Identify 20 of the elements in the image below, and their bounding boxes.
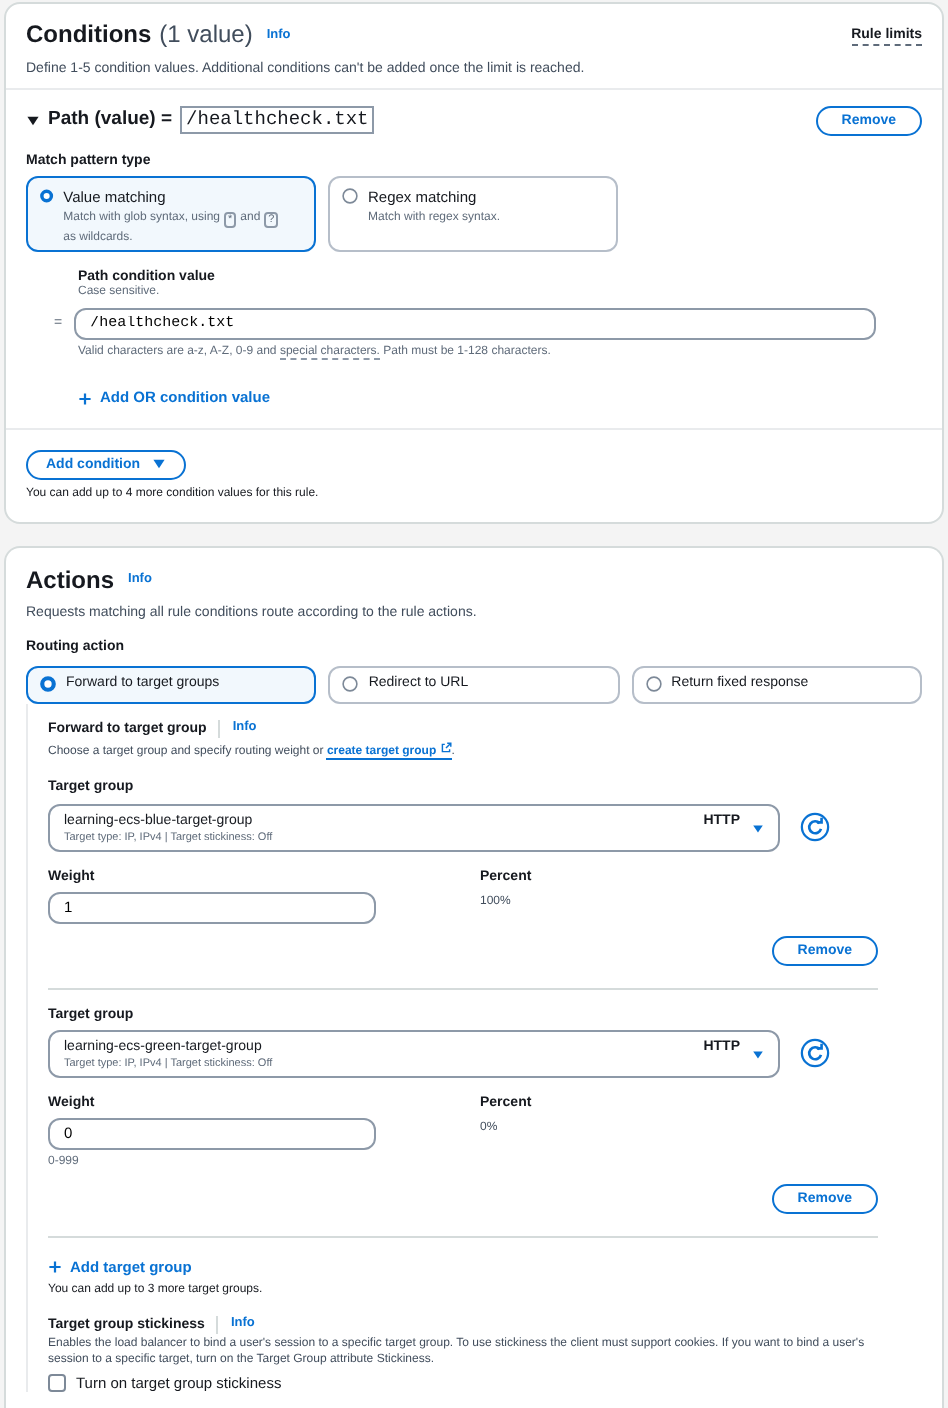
plus-icon: [78, 391, 92, 406]
value-count: (1 value): [159, 20, 253, 52]
dropdown-caret-icon: [752, 1049, 764, 1060]
refresh-icon[interactable]: [800, 1038, 830, 1069]
external-link-icon: [439, 741, 452, 754]
checkbox[interactable]: [48, 1373, 66, 1392]
condition-label: Path (value) =: [48, 108, 173, 133]
dropdown-caret-icon: [752, 823, 764, 833]
plus-icon: [48, 1259, 62, 1274]
section-title: Actions: [26, 565, 115, 597]
radio-button[interactable]: [342, 187, 358, 204]
expand-caret-icon[interactable]: [26, 113, 40, 128]
radio-button[interactable]: [40, 187, 54, 204]
radio-button[interactable]: [342, 676, 359, 693]
radio-button[interactable]: [645, 676, 662, 693]
refresh-icon[interactable]: [800, 812, 830, 842]
radio-button[interactable]: [40, 676, 56, 693]
caret-icon: [152, 458, 167, 471]
section-title: Conditions: [26, 20, 152, 52]
condition-value: /healthcheck.txt: [180, 106, 375, 135]
